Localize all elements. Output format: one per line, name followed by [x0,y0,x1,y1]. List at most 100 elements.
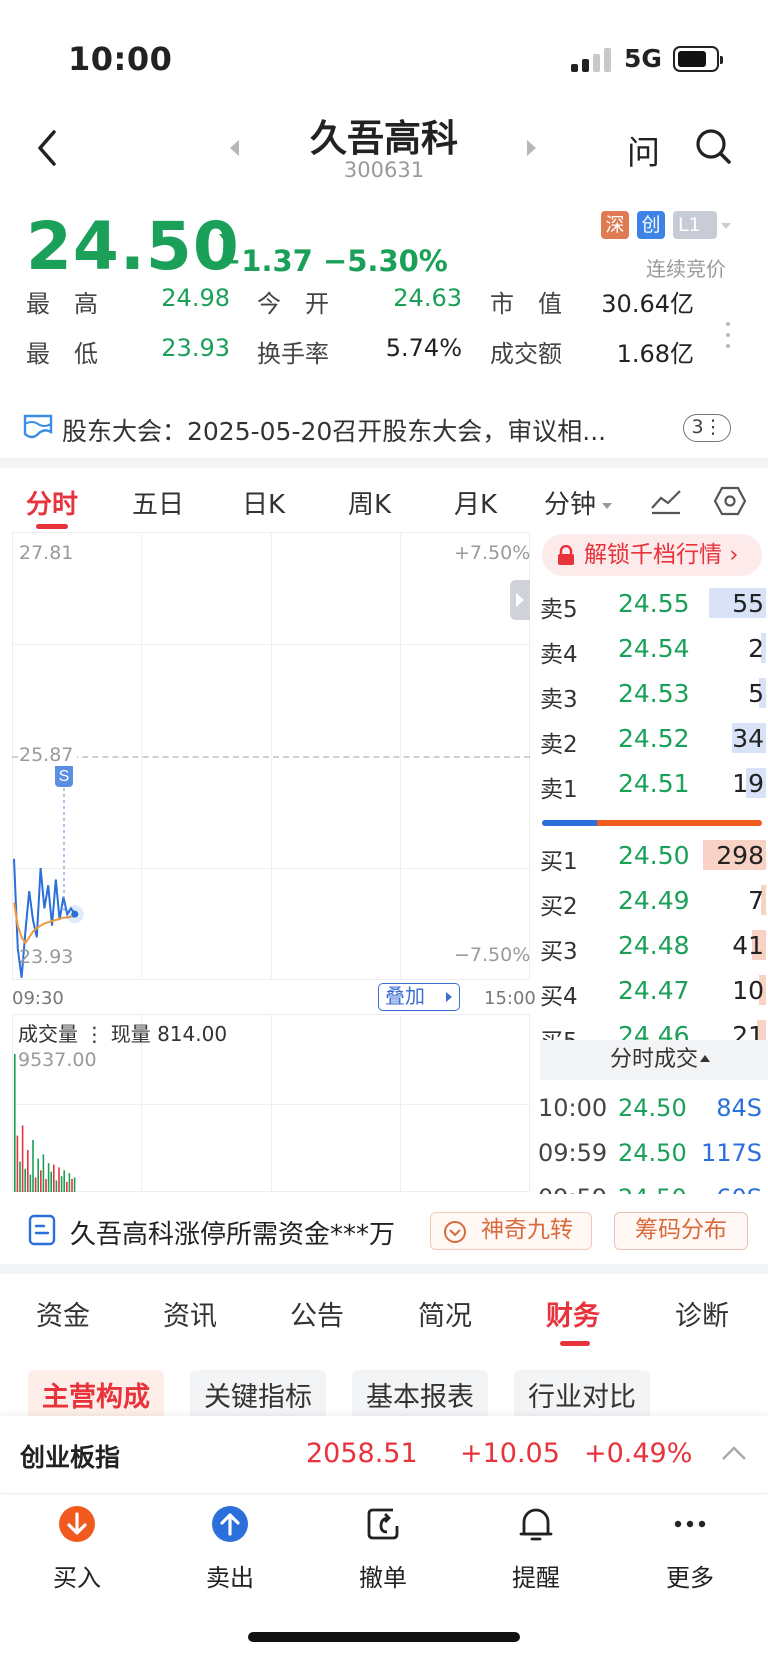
index-value: 2058.51 [306,1438,418,1469]
expand-panel-handle[interactable] [510,580,530,620]
tab-daily-k[interactable]: 日K [242,484,285,521]
sell-arrow-icon [212,1506,248,1542]
announcement-text[interactable]: 股东大会：2025-05-20召开股东大会，审议相... [62,412,662,448]
buy-button[interactable]: 买入 [27,1504,127,1593]
volume-title[interactable]: 成交量 ⋮ 现量 814.00 [18,1018,227,1047]
order-price: 24.52 [618,724,690,753]
stat-value-turnover: 5.74% [385,334,462,362]
volume-bar [27,1150,29,1192]
announcement-icon [23,414,53,439]
more-stats-icon[interactable] [726,322,732,356]
tab-minute[interactable]: 分钟 [544,484,613,521]
tick-trades-header[interactable]: 分时成交 [540,1040,768,1080]
order-book-row[interactable]: 卖4 24.54 2 [540,629,766,669]
order-book-row[interactable]: 买3 24.48 41 [540,926,766,966]
order-book-row[interactable]: 卖2 24.52 34 [540,719,766,759]
chip-distribution-button[interactable]: 筹码分布 [614,1212,748,1250]
index-change: +10.05 [460,1438,560,1469]
more-button[interactable]: 更多 [640,1504,740,1593]
order-book-row[interactable]: 卖1 24.51 19 [540,764,766,804]
unlock-depth-button[interactable]: 解锁千档行情 › [542,534,762,576]
order-quantity: 298 [716,841,764,870]
order-quantity: 2 [748,634,764,663]
cancel-order-label: 撤单 [359,1564,407,1592]
subtab-basic-statements[interactable]: 基本报表 [352,1370,488,1422]
chevron-down-icon [721,223,731,229]
volume-bar [71,1179,73,1192]
tab-minute-label: 分钟 [544,490,597,520]
volume-bar [40,1170,42,1192]
order-quantity: 55 [732,589,764,618]
ask-button[interactable]: 问 [627,126,660,174]
volume-bar [42,1154,45,1192]
tab-profile[interactable]: 简况 [418,1294,472,1333]
tab-diagnosis[interactable]: 诊断 [675,1294,729,1333]
level-tag-selector[interactable]: L1 [673,211,731,239]
order-price: 24.54 [618,634,690,663]
chevron-up-icon[interactable] [720,1443,748,1463]
y-axis-bottom-label: 23.93 [19,946,74,968]
last-price-dot [71,910,79,918]
order-book-row[interactable]: 买5 24.46 21 [540,1016,766,1040]
buy-ratio-fill [542,820,597,826]
cancel-order-button[interactable]: 撤单 [333,1504,433,1593]
tick-volume: 60S [716,1184,762,1194]
more-label: 更多 [666,1564,714,1592]
tick-price: 24.50 [618,1184,687,1194]
active-tab-indicator [560,1341,590,1346]
tab-weekly-k[interactable]: 周K [348,484,391,521]
tick-time: 09:59 [538,1139,608,1167]
volume-bar [73,1177,76,1192]
tab-funds[interactable]: 资金 [36,1294,90,1333]
stat-value-market-cap: 30.64亿 [601,290,694,318]
board-tag-chinext: 创 [637,211,665,239]
sell-button[interactable]: 卖出 [180,1504,280,1593]
order-book-row[interactable]: 买1 24.50 298 [540,836,766,876]
stat-label-turnover: 换手率 [257,340,329,368]
chevron-down-icon [602,502,613,509]
order-level: 买3 [540,939,578,965]
limit-up-funds-link[interactable]: 久吾高科涨停所需资金***万 [70,1214,395,1251]
home-indicator [248,1632,520,1642]
price-line-plot: S [13,763,84,978]
current-price: 24.50 [26,208,240,285]
stat-label-open: 今 开 [257,290,329,318]
stat-value-open: 24.63 [393,284,462,312]
order-book-row[interactable]: 卖3 24.53 5 [540,674,766,714]
order-level: 卖5 [540,597,578,623]
order-price: 24.49 [618,886,690,915]
next-stock-arrow-icon[interactable] [527,140,536,156]
search-icon[interactable] [693,126,733,166]
order-book-row[interactable]: 买2 24.49 7 [540,881,766,921]
announcement-count-badge[interactable]: 3⋮ [683,414,731,442]
indicator-line-icon[interactable] [649,486,683,516]
tab-intraday[interactable]: 分时 [26,484,78,521]
volume-bar [47,1163,50,1192]
tab-five-day[interactable]: 五日 [132,484,184,521]
tab-monthly-k[interactable]: 月K [454,484,497,521]
tab-notices[interactable]: 公告 [290,1294,344,1333]
tick-volume: 117S [700,1139,762,1167]
subtab-main-business[interactable]: 主营构成 [28,1370,164,1422]
order-book-row[interactable]: 卖5 24.55 55 [540,584,766,624]
tab-news[interactable]: 资讯 [163,1294,217,1333]
order-quantity: 19 [732,769,764,798]
alert-label: 提醒 [512,1564,560,1592]
tick-price: 24.50 [618,1139,687,1167]
back-arrow-icon[interactable] [30,126,70,170]
subtab-key-metrics[interactable]: 关键指标 [190,1370,326,1422]
price-change: −1.37 −5.30% [217,244,448,278]
overlay-button[interactable]: 叠加 [378,983,460,1011]
order-price: 24.47 [618,976,690,1005]
alert-button[interactable]: 提醒 [486,1504,586,1593]
tab-financials[interactable]: 财务 [546,1294,600,1333]
order-level: 卖2 [540,732,578,758]
order-price: 24.53 [618,679,690,708]
subtab-industry-compare[interactable]: 行业对比 [514,1370,650,1422]
tick-price: 24.50 [618,1094,687,1122]
volume-bar [34,1177,37,1192]
order-book-row[interactable]: 买4 24.47 10 [540,971,766,1011]
chart-settings-icon[interactable] [713,484,747,518]
order-level: 买5 [540,1022,578,1040]
exchange-tag-shenzhen: 深 [601,211,629,239]
